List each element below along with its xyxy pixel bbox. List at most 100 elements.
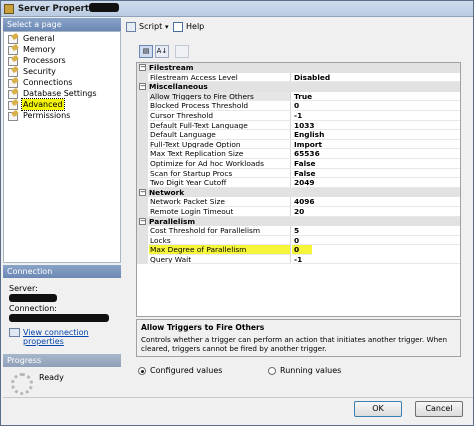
property-name: Two Digit Year Cutoff (149, 178, 291, 188)
page-label: Connections (23, 78, 73, 87)
configured-values-radio[interactable]: Configured values (138, 366, 222, 376)
page-label: Memory (23, 45, 56, 54)
property-pages-icon[interactable] (175, 45, 189, 58)
property-name: Max Degree of Parallelism (149, 245, 291, 255)
property-row[interactable]: Default Language English (137, 130, 460, 140)
server-properties-window: Server Properties Select a page General … (0, 0, 474, 426)
page-icon (8, 56, 19, 66)
progress-panel: Ready (3, 367, 121, 412)
link-text: View connection properties (23, 328, 89, 346)
property-value[interactable]: 0 (292, 101, 460, 111)
property-row[interactable]: Two Digit Year Cutoff 2049 (137, 178, 460, 188)
category-name: Network (149, 187, 185, 197)
ok-button[interactable]: OK (354, 401, 402, 417)
property-row[interactable]: Allow Triggers to Fire Others True (137, 91, 460, 102)
property-name: Optimize for Ad hoc Workloads (149, 158, 291, 169)
property-name: Full-Text Upgrade Option (149, 139, 291, 150)
right-pane: Script ▾ Help ▤ A↓ − Filestream Filestream… (123, 18, 473, 403)
row-gutter (137, 206, 148, 217)
page-item-database-settings[interactable]: Database Settings (4, 88, 120, 99)
property-name: Cursor Threshold (149, 110, 291, 121)
cancel-button[interactable]: Cancel (415, 401, 463, 417)
property-row[interactable]: Scan for Startup Procs False (137, 168, 460, 179)
category-network[interactable]: − Network (137, 187, 460, 198)
page-item-connections[interactable]: Connections (4, 77, 120, 88)
property-row[interactable]: Blocked Process Threshold 0 (137, 101, 460, 111)
property-name: Default Language (149, 130, 291, 140)
page-icon (8, 111, 19, 121)
property-row[interactable]: Cursor Threshold -1 (137, 110, 460, 121)
property-row[interactable]: Query Wait -1 (137, 254, 460, 265)
property-row[interactable]: Filestream Access Level Disabled (137, 72, 460, 83)
property-value[interactable]: -1 (292, 111, 460, 121)
page-item-security[interactable]: Security (4, 66, 120, 77)
page-item-permissions[interactable]: Permissions (4, 110, 120, 121)
row-gutter (137, 245, 148, 255)
page-icon (8, 45, 19, 55)
property-row[interactable]: Network Packet Size 4096 (137, 197, 460, 207)
property-value[interactable]: Import (292, 140, 460, 150)
property-row[interactable]: Cost Threshold for Parallelism 5 (137, 226, 460, 236)
running-values-radio[interactable]: Running values (268, 366, 341, 376)
property-value[interactable]: 20 (292, 207, 460, 217)
property-value[interactable]: 2049 (292, 178, 460, 188)
collapse-icon[interactable]: − (139, 83, 146, 91)
page-item-general[interactable]: General (4, 33, 120, 44)
property-name: Remote Login Timeout (149, 206, 291, 217)
property-name: Blocked Process Threshold (149, 101, 291, 111)
property-row[interactable]: Optimize for Ad hoc Workloads False (137, 158, 460, 169)
category-miscellaneous[interactable]: − Miscellaneous (137, 82, 460, 92)
property-row[interactable]: Full-Text Upgrade Option Import (137, 139, 460, 150)
page-label: Advanced (21, 98, 65, 111)
collapse-icon[interactable]: − (139, 64, 146, 71)
property-value[interactable]: 65536 (292, 149, 460, 159)
progress-header: Progress (3, 354, 121, 367)
category-parallelism[interactable]: − Parallelism (137, 216, 460, 227)
property-value[interactable]: 5 (292, 226, 460, 236)
property-row[interactable]: Max Degree of Parallelism 0 (137, 245, 460, 255)
toolbar: Script ▾ Help (123, 18, 473, 35)
property-row[interactable]: Locks 0 (137, 235, 460, 246)
help-icon (173, 22, 183, 32)
property-name: Allow Triggers to Fire Others (149, 91, 291, 102)
property-value[interactable]: Disabled (292, 73, 460, 83)
page-item-memory[interactable]: Memory (4, 44, 120, 55)
left-pane: Select a page General Memory Processors … (3, 18, 121, 410)
connection-label: Connection: (9, 304, 57, 313)
script-dropdown-chevron-icon[interactable]: ▾ (165, 21, 169, 33)
footer-divider (3, 397, 473, 398)
title-bar[interactable]: Server Properties (1, 1, 473, 17)
property-row[interactable]: Remote Login Timeout 20 (137, 206, 460, 217)
property-value[interactable]: English (292, 130, 460, 140)
property-value[interactable]: False (292, 169, 460, 179)
property-row[interactable]: Max Text Replication Size 65536 (137, 149, 460, 159)
property-grid[interactable]: − Filestream Filestream Access Level Disabl… (136, 62, 461, 317)
property-value[interactable]: 1033 (292, 121, 460, 131)
alpha-sort-icon[interactable]: A↓ (155, 45, 169, 58)
category-filestream[interactable]: − Filestream (137, 63, 460, 73)
page-label: Processors (23, 56, 66, 65)
property-value[interactable]: False (292, 159, 460, 169)
property-value[interactable]: 4096 (292, 197, 460, 207)
property-value[interactable]: True (292, 92, 460, 102)
property-value[interactable]: 0 (292, 236, 460, 246)
help-button[interactable]: Help (173, 21, 204, 33)
page-item-advanced[interactable]: Advanced (4, 98, 120, 111)
categorized-icon[interactable]: ▤ (139, 45, 153, 58)
collapse-icon[interactable]: − (139, 188, 146, 196)
property-value[interactable]: -1 (292, 255, 460, 265)
description-title: Allow Triggers to Fire Others (141, 323, 265, 332)
property-row[interactable]: Default Full-Text Language 1033 (137, 120, 460, 131)
page-label: Permissions (23, 111, 71, 120)
property-value[interactable]: 0 (292, 245, 312, 255)
category-name: Miscellaneous (149, 82, 208, 92)
script-button[interactable]: Script (126, 21, 162, 33)
category-name: Parallelism (149, 216, 196, 226)
collapse-icon[interactable]: − (139, 217, 146, 225)
row-gutter (137, 72, 148, 83)
page-item-processors[interactable]: Processors (4, 55, 120, 66)
row-gutter (137, 110, 148, 121)
property-name: Max Text Replication Size (149, 149, 291, 159)
view-connection-properties-link[interactable]: View connection properties (9, 328, 115, 346)
row-gutter (137, 139, 148, 150)
